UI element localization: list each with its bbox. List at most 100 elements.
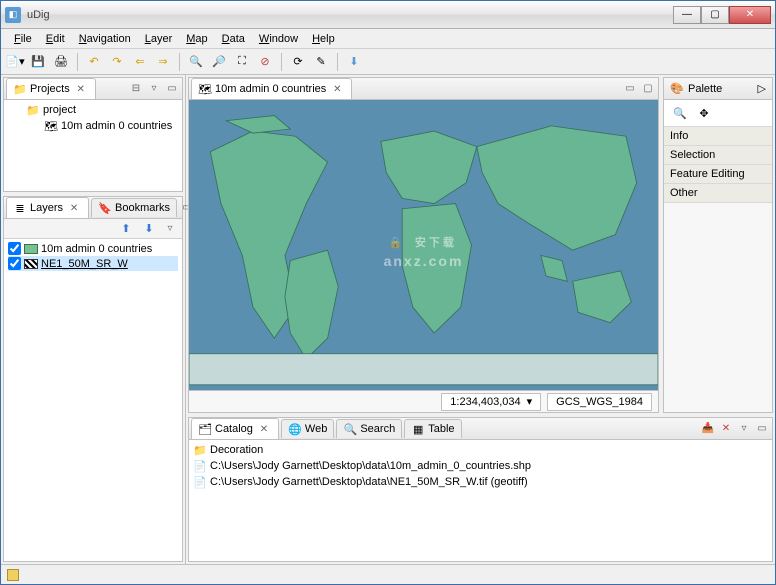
catalog-item[interactable]: 📄 C:\Users\Jody Garnett\Desktop\data\10m…: [193, 458, 768, 474]
tab-search[interactable]: 🔍 Search: [336, 419, 402, 438]
map-icon: 🗺: [198, 82, 212, 96]
crs-button[interactable]: GCS_WGS_1984: [547, 393, 652, 411]
pan-tool[interactable]: ✥: [694, 103, 714, 123]
tab-projects[interactable]: 📁 Projects ✕: [6, 78, 96, 99]
tab-bookmarks-label: Bookmarks: [115, 202, 170, 214]
print-icon: 🖨: [54, 55, 68, 69]
minimize-button[interactable]: —: [673, 6, 701, 24]
layer-item[interactable]: NE1_50M_SR_W: [8, 256, 178, 271]
raster-layer-icon: [24, 259, 38, 269]
catalog-minimize-button[interactable]: ▭: [754, 421, 770, 437]
tab-bookmarks[interactable]: 🔖 Bookmarks: [91, 198, 177, 217]
edit-geom-button[interactable]: ✎: [311, 52, 331, 72]
layers-list: 10m admin 0 countries NE1_50M_SR_W: [4, 239, 182, 561]
maximize-button[interactable]: ▢: [701, 6, 729, 24]
new-icon: 📄: [5, 55, 19, 69]
catalog-menu-button[interactable]: ▿: [736, 421, 752, 437]
palette-group-info[interactable]: Info: [664, 127, 772, 146]
editor-tab-label: 10m admin 0 countries: [215, 83, 326, 95]
editor-minimize-button[interactable]: ▭: [622, 81, 638, 97]
minimize-view-button[interactable]: ▭: [164, 81, 180, 97]
menu-map[interactable]: Map: [179, 31, 214, 47]
map-canvas[interactable]: 🔒 安下载 anxz.com: [189, 100, 658, 390]
layers-menu-button[interactable]: ▿: [162, 221, 178, 237]
editor-maximize-button[interactable]: ▢: [640, 81, 656, 97]
save-button[interactable]: 💾: [28, 52, 48, 72]
geotiff-icon: 📄: [193, 475, 207, 489]
tab-catalog-close[interactable]: ✕: [256, 421, 272, 437]
forward-button[interactable]: ⇒: [153, 52, 173, 72]
remove-button[interactable]: ✕: [718, 421, 734, 437]
new-dropdown-button[interactable]: 📄▾: [5, 52, 25, 72]
layer-item[interactable]: 10m admin 0 countries: [8, 241, 178, 256]
menu-layer[interactable]: Layer: [138, 31, 180, 47]
layer-name: 10m admin 0 countries: [41, 243, 152, 255]
palette-group-feature-editing[interactable]: Feature Editing: [664, 165, 772, 184]
zoom-in-button[interactable]: 🔍: [186, 52, 206, 72]
back-button[interactable]: ⇐: [130, 52, 150, 72]
catalog-item-label: C:\Users\Jody Garnett\Desktop\data\NE1_5…: [210, 476, 528, 488]
menu-window[interactable]: Window: [252, 31, 305, 47]
catalog-item[interactable]: 📄 C:\Users\Jody Garnett\Desktop\data\NE1…: [193, 474, 768, 490]
editor-tab-close[interactable]: ✕: [329, 81, 345, 97]
zoom-out-button[interactable]: 🔎: [209, 52, 229, 72]
tab-web[interactable]: 🌐 Web: [281, 419, 334, 438]
menu-edit[interactable]: Edit: [39, 31, 72, 47]
palette: 🎨 Palette ▷ 🔍 ✥ Info Selection Feature E…: [663, 77, 773, 413]
menu-file[interactable]: File: [7, 31, 39, 47]
bookmarks-icon: 🔖: [98, 201, 112, 215]
palette-group-other[interactable]: Other: [664, 184, 772, 203]
polygon-layer-icon: [24, 244, 38, 254]
stop-button[interactable]: ⊘: [255, 52, 275, 72]
palette-title-row[interactable]: 🎨 Palette ▷: [664, 78, 772, 100]
menubar: File Edit Navigation Layer Map Data Wind…: [1, 29, 775, 49]
layer-up-button[interactable]: ⬆: [116, 219, 136, 239]
commit-button[interactable]: ⬇: [344, 52, 364, 72]
shapefile-icon: 📄: [193, 459, 207, 473]
redo-button[interactable]: ↷: [107, 52, 127, 72]
tab-projects-label: Projects: [30, 83, 70, 95]
close-button[interactable]: ✕: [729, 6, 771, 24]
refresh-button[interactable]: ⟳: [288, 52, 308, 72]
catalog-item[interactable]: 📁 Decoration: [193, 442, 768, 458]
titlebar: ◧ uDig — ▢ ✕: [1, 1, 775, 29]
project-root-label: project: [43, 104, 76, 116]
app-icon: ◧: [5, 7, 21, 23]
menu-navigation[interactable]: Navigation: [72, 31, 138, 47]
status-bar: [1, 564, 775, 584]
chevron-down-icon: ▾: [527, 395, 533, 408]
scale-selector[interactable]: 1:234,403,034 ▾: [441, 393, 541, 411]
projects-tree: 📁 project 🗺 10m admin 0 countries: [4, 100, 182, 191]
import-button[interactable]: 📥: [700, 421, 716, 437]
menu-data[interactable]: Data: [215, 31, 252, 47]
undo-button[interactable]: ↶: [84, 52, 104, 72]
perspective-icon[interactable]: [7, 569, 19, 581]
zoom-tool[interactable]: 🔍: [670, 103, 690, 123]
tab-layers-close[interactable]: ✕: [66, 200, 82, 216]
tab-close-icon[interactable]: ✕: [73, 81, 89, 97]
zoom-extent-button[interactable]: ⛶: [232, 52, 252, 72]
project-root[interactable]: 📁 project: [8, 102, 178, 118]
layer-checkbox[interactable]: [8, 242, 21, 255]
menu-help[interactable]: Help: [305, 31, 342, 47]
layer-checkbox[interactable]: [8, 257, 21, 270]
project-map-label: 10m admin 0 countries: [61, 120, 172, 132]
collapse-all-button[interactable]: ⊟: [128, 81, 144, 97]
tab-layers[interactable]: ≣ Layers ✕: [6, 197, 89, 218]
project-map-item[interactable]: 🗺 10m admin 0 countries: [8, 118, 178, 134]
view-menu-button[interactable]: ▿: [146, 81, 162, 97]
print-button[interactable]: 🖨: [51, 52, 71, 72]
chevron-right-icon: ▷: [758, 82, 766, 95]
save-icon: 💾: [31, 55, 45, 69]
palette-title: Palette: [688, 83, 722, 95]
tab-catalog[interactable]: 🗂 Catalog ✕: [191, 418, 279, 439]
editor-tab[interactable]: 🗺 10m admin 0 countries ✕: [191, 78, 352, 99]
catalog-tree: 📁 Decoration 📄 C:\Users\Jody Garnett\Des…: [189, 440, 772, 561]
catalog-icon: 🗂: [198, 422, 212, 436]
web-icon: 🌐: [288, 422, 302, 436]
tab-table[interactable]: ▦ Table: [404, 419, 461, 438]
palette-group-selection[interactable]: Selection: [664, 146, 772, 165]
layer-name: NE1_50M_SR_W: [41, 258, 128, 270]
layer-down-button[interactable]: ⬇: [139, 219, 159, 239]
projects-icon: 📁: [13, 82, 27, 96]
